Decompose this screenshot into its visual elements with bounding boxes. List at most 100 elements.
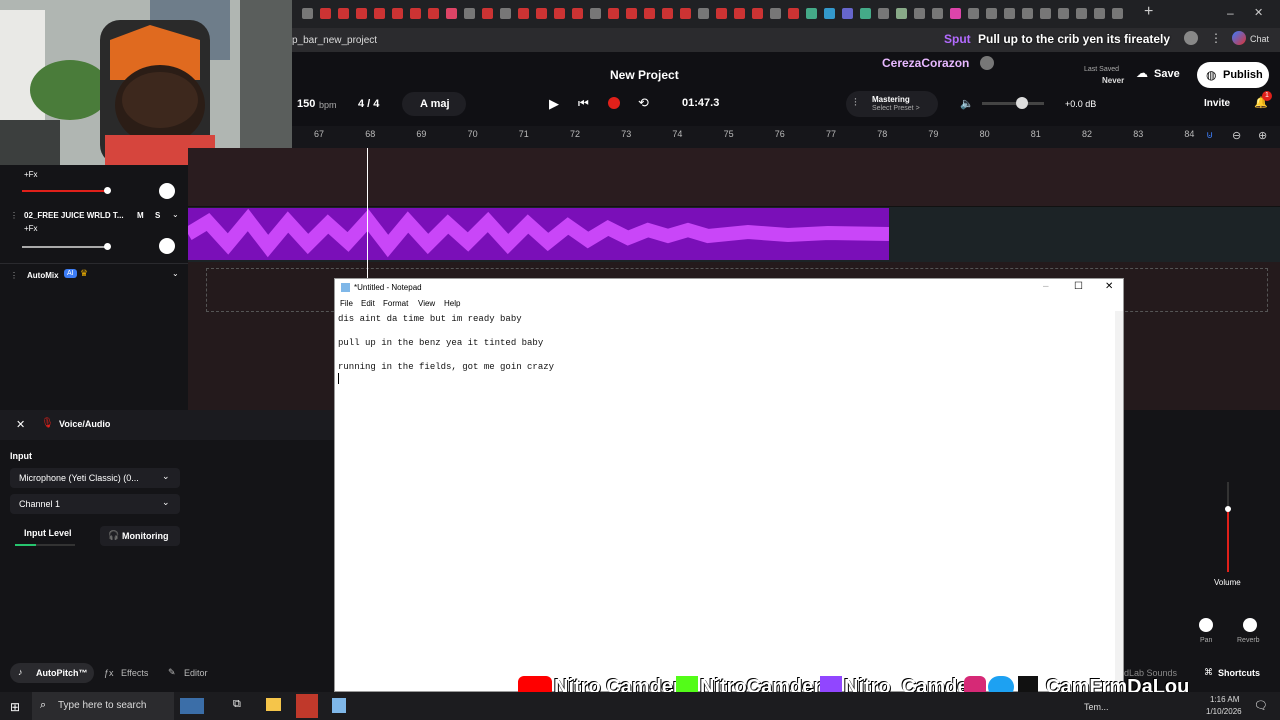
file-explorer-icon[interactable]	[266, 698, 281, 711]
track-2-volume-slider[interactable]	[22, 246, 108, 248]
close-icon[interactable]: ✕	[1105, 281, 1113, 292]
copilot-icon[interactable]	[1232, 31, 1246, 45]
browser-tab-icon[interactable]	[716, 8, 727, 19]
key-selector[interactable]: A maj	[402, 92, 466, 116]
audio-clip[interactable]	[184, 208, 890, 260]
menu-file[interactable]: File	[340, 299, 353, 308]
autopitch-button[interactable]: ♪ AutoPitch™	[10, 663, 94, 683]
invite-button[interactable]: Invite	[1204, 98, 1230, 109]
device-dropdown[interactable]: Microphone (Yeti Classic) (0... ⌄	[10, 468, 180, 488]
browser-tab-icon[interactable]	[662, 8, 673, 19]
save-button[interactable]: Save	[1154, 68, 1180, 80]
browser-tab-icon[interactable]	[464, 8, 475, 19]
browser-tab-icon[interactable]	[950, 8, 961, 19]
close-window-icon[interactable]: ✕	[1254, 6, 1263, 19]
browser-tab-icon[interactable]	[302, 8, 313, 19]
notepad-text-area[interactable]: dis aint da time but im ready baby pull u…	[338, 313, 554, 384]
browser-tab-icon[interactable]	[644, 8, 655, 19]
maximize-icon[interactable]: ☐	[1074, 281, 1083, 292]
browser-address-bar[interactable]: p_bar_new_project Sput Pull up to the cr…	[292, 28, 1280, 53]
browser-tab-icon[interactable]	[554, 8, 565, 19]
menu-edit[interactable]: Edit	[361, 299, 375, 308]
playhead[interactable]	[367, 148, 368, 278]
track-2-solo-button[interactable]: S	[155, 211, 160, 220]
profile-avatar[interactable]	[1184, 31, 1198, 45]
browser-tab-icon[interactable]	[608, 8, 619, 19]
notification-center-icon[interactable]: 🗨	[1254, 699, 1268, 712]
browser-tab-icon[interactable]	[374, 8, 385, 19]
browser-tab-icon[interactable]	[734, 8, 745, 19]
close-icon[interactable]: ✕	[16, 418, 25, 431]
chevron-down-icon[interactable]: ⌄	[172, 210, 179, 219]
taskbar-active-app[interactable]	[296, 694, 318, 718]
browser-tab-icon[interactable]	[500, 8, 511, 19]
reverb-knob[interactable]	[1243, 618, 1257, 632]
browser-tab-icon[interactable]	[572, 8, 583, 19]
more-menu-icon[interactable]: ⋮	[1210, 31, 1222, 45]
effects-tab[interactable]: Effects	[121, 668, 148, 678]
browser-tab-icon[interactable]	[878, 8, 889, 19]
browser-tab-icon[interactable]	[392, 8, 403, 19]
loop-icon[interactable]: ⟲	[638, 95, 649, 111]
windows-start-icon[interactable]: ⊞	[10, 700, 20, 714]
browser-tab-icon[interactable]	[1040, 8, 1051, 19]
taskbar-app-icon[interactable]	[180, 698, 204, 714]
pan-knob[interactable]	[1199, 618, 1213, 632]
menu-format[interactable]: Format	[383, 299, 408, 308]
play-icon[interactable]: ▶	[549, 96, 559, 112]
browser-tab-icon[interactable]	[680, 8, 691, 19]
master-volume-handle[interactable]	[1016, 97, 1028, 109]
clock-date[interactable]: 1/10/2026	[1206, 707, 1242, 716]
task-view-icon[interactable]: ⧉	[233, 698, 241, 711]
browser-tab-icon[interactable]	[590, 8, 601, 19]
speaker-mute-icon[interactable]: 🔈	[960, 97, 974, 110]
taskbar-search-box[interactable]: ⌕ Type here to search	[32, 692, 174, 720]
notepad-scrollbar[interactable]	[1115, 311, 1123, 681]
browser-tab-icon[interactable]	[698, 8, 709, 19]
browser-tab-icon[interactable]	[1004, 8, 1015, 19]
clock-time[interactable]: 1:16 AM	[1210, 695, 1239, 704]
zoom-in-icon[interactable]: ⊕	[1258, 129, 1267, 142]
record-button[interactable]	[608, 97, 620, 109]
browser-tab-icon[interactable]	[824, 8, 835, 19]
new-tab-plus-icon[interactable]: +	[1144, 3, 1153, 21]
monitoring-button[interactable]: 🎧 Monitoring	[100, 526, 180, 546]
track-2-fx-button[interactable]: +Fx	[24, 224, 38, 233]
browser-tab-icon[interactable]	[482, 8, 493, 19]
track-1-volume-handle[interactable]	[104, 187, 111, 194]
track-1-lane[interactable]	[188, 148, 1280, 207]
notepad-taskbar-icon[interactable]	[332, 698, 346, 713]
track-2-pan-knob[interactable]	[159, 238, 175, 254]
browser-tab-icon[interactable]	[770, 8, 781, 19]
publish-button[interactable]: ◍ Publish	[1197, 62, 1269, 88]
browser-tab-icon[interactable]	[320, 8, 331, 19]
browser-tab-icon[interactable]	[410, 8, 421, 19]
browser-tab-icon[interactable]	[1076, 8, 1087, 19]
browser-tab-icon[interactable]	[338, 8, 349, 19]
browser-tab-icon[interactable]	[626, 8, 637, 19]
track-1-fx-button[interactable]: +Fx	[24, 170, 38, 179]
minimize-window-icon[interactable]: –	[1227, 6, 1234, 20]
browser-tab-icon[interactable]	[914, 8, 925, 19]
browser-tab-icon[interactable]	[1094, 8, 1105, 19]
browser-tab-icon[interactable]	[518, 8, 529, 19]
browser-tab-icon[interactable]	[896, 8, 907, 19]
menu-view[interactable]: View	[418, 299, 435, 308]
browser-tab-icon[interactable]	[860, 8, 871, 19]
browser-tab-icon[interactable]	[968, 8, 979, 19]
browser-tab-icon[interactable]	[428, 8, 439, 19]
browser-tab-icon[interactable]	[1112, 8, 1123, 19]
timeline-ruler[interactable]: (function(){ var r=document.currentScrip…	[292, 126, 1280, 149]
browser-tab-icon[interactable]	[932, 8, 943, 19]
bpm-value[interactable]: 150	[297, 98, 315, 110]
master-volume-slider[interactable]	[982, 102, 1044, 105]
menu-help[interactable]: Help	[444, 299, 460, 308]
snap-icon[interactable]: ⊍	[1206, 130, 1213, 141]
browser-tab-icon[interactable]	[788, 8, 799, 19]
minimize-icon[interactable]: –	[1043, 281, 1049, 292]
browser-tab-icon[interactable]	[986, 8, 997, 19]
track-2-name[interactable]: 02_FREE JUICE WRLD T...	[24, 211, 124, 220]
zoom-out-icon[interactable]: ⊖	[1232, 129, 1241, 142]
browser-tab-icon[interactable]	[536, 8, 547, 19]
track-1-volume-slider[interactable]	[22, 190, 108, 192]
